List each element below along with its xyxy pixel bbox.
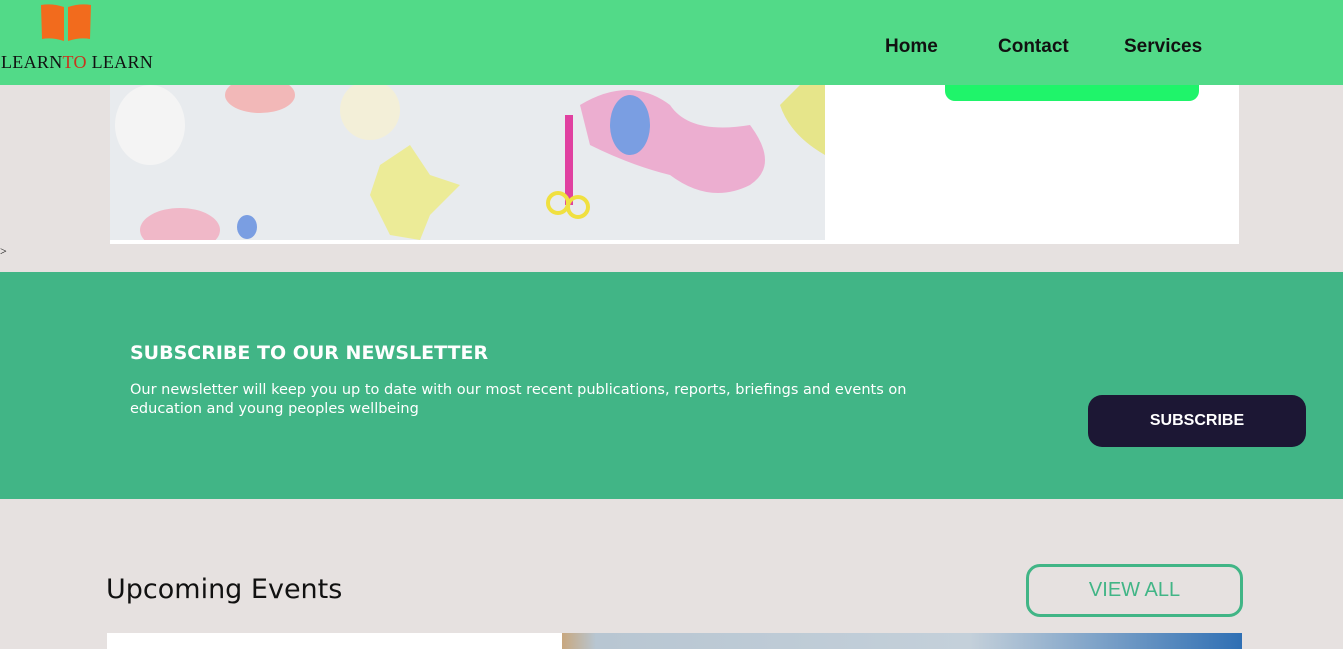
view-all-button[interactable]: VIEW ALL — [1026, 564, 1243, 617]
hero-cta-button[interactable] — [945, 85, 1199, 101]
events-title: Upcoming Events — [106, 574, 343, 605]
event-card[interactable] — [107, 633, 562, 649]
newsletter-title: SUBSCRIBE TO OUR NEWSLETTER — [130, 342, 489, 364]
nav-home[interactable]: Home — [885, 36, 938, 58]
logo-text: LEARNTO LEARN — [1, 52, 154, 72]
newsletter-section: SUBSCRIBE TO OUR NEWSLETTER Our newslett… — [0, 272, 1343, 499]
logo[interactable]: LEARNTO LEARN — [0, 0, 170, 85]
hero-section — [110, 85, 1239, 244]
book-icon — [41, 4, 91, 41]
hero-image — [110, 85, 825, 240]
nav-services[interactable]: Services — [1124, 36, 1202, 58]
stray-text: > — [0, 244, 7, 258]
nav-contact[interactable]: Contact — [998, 36, 1069, 58]
subscribe-button[interactable]: SUBSCRIBE — [1088, 395, 1306, 447]
site-header: LEARNTO LEARN Home Contact Services — [0, 0, 1343, 85]
event-card-image[interactable] — [562, 633, 1242, 649]
newsletter-description: Our newsletter will keep you up to date … — [130, 382, 907, 417]
